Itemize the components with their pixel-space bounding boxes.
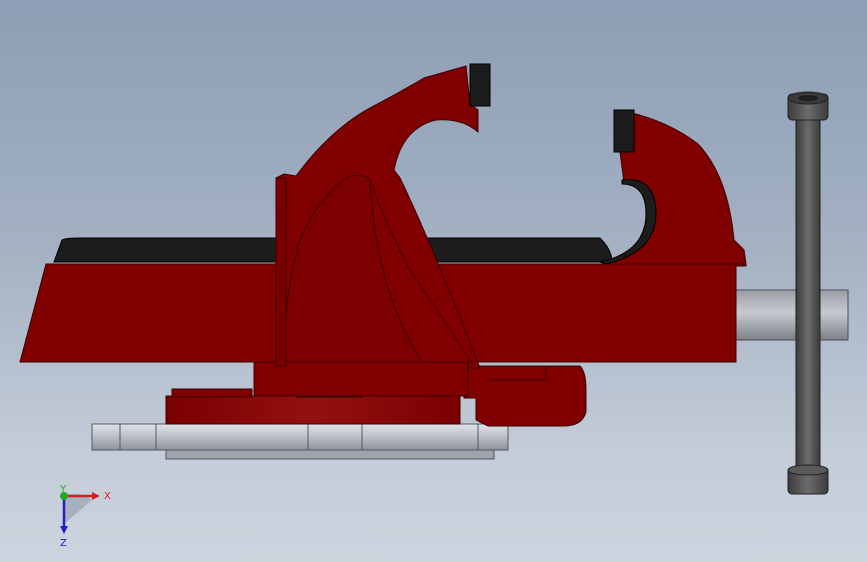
lead-screw[interactable] [727, 289, 849, 341]
triad-shade [64, 493, 92, 524]
x-axis-arrowhead [92, 492, 100, 500]
z-axis-arrowhead [60, 526, 68, 534]
y-axis-label: Y [59, 484, 67, 495]
screw-housing[interactable] [463, 365, 587, 427]
graphics-viewport[interactable]: X Y Z [0, 0, 867, 562]
base-plate[interactable] [91, 423, 509, 460]
rear-jaw-insert[interactable] [469, 63, 491, 107]
fixed-jaw-body[interactable] [253, 65, 481, 397]
coordinate-triad: X Y Z [50, 480, 120, 550]
x-axis-label: X [104, 491, 111, 502]
front-jaw-head[interactable] [598, 109, 747, 265]
vise-model[interactable] [0, 0, 867, 562]
z-axis-label: Z [60, 538, 67, 549]
front-jaw-insert[interactable] [613, 109, 635, 153]
